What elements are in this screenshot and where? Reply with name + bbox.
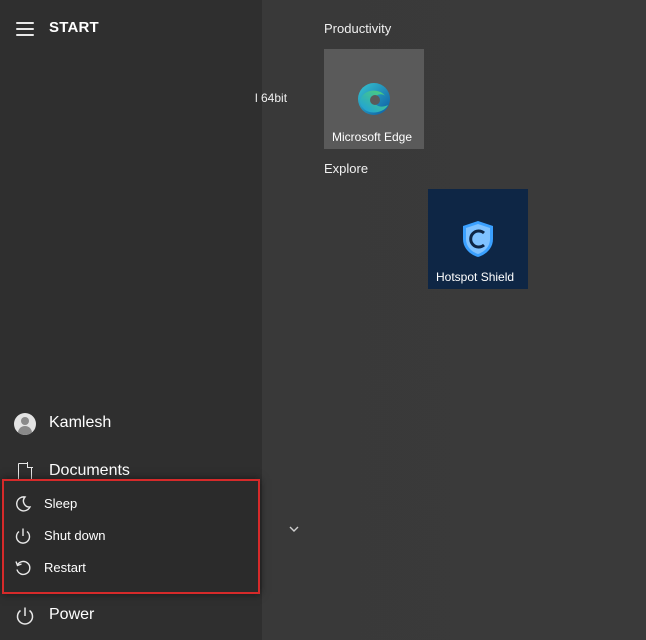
restart-label: Restart xyxy=(44,560,86,575)
power-button[interactable]: Power xyxy=(0,596,262,636)
user-account-item[interactable]: Kamlesh xyxy=(0,404,262,444)
tile-microsoft-edge[interactable]: Microsoft Edge xyxy=(324,49,424,149)
edge-icon xyxy=(356,81,392,117)
tile-label: Hotspot Shield xyxy=(436,270,515,284)
moon-icon xyxy=(14,495,32,513)
sleep-menu-item[interactable]: Sleep xyxy=(4,488,258,520)
documents-label: Documents xyxy=(49,462,130,479)
shield-icon xyxy=(460,219,496,259)
power-options-menu: Sleep Shut down Restart xyxy=(2,479,260,594)
app-list-text: l 64bit xyxy=(255,91,288,105)
restart-menu-item[interactable]: Restart xyxy=(4,552,258,584)
group-label-explore: Explore xyxy=(324,161,369,176)
start-title: START xyxy=(49,19,99,36)
tile-hotspot-shield[interactable]: Hotspot Shield xyxy=(428,189,528,289)
tile-label: Microsoft Edge xyxy=(332,130,413,144)
restart-icon xyxy=(14,559,32,577)
start-menu: START l 64bit Kamlesh Documents Sleep Sh… xyxy=(0,0,646,640)
hamburger-menu-icon[interactable] xyxy=(16,22,34,36)
group-label-productivity: Productivity xyxy=(324,21,392,36)
shutdown-label: Shut down xyxy=(44,528,106,543)
avatar xyxy=(14,413,36,435)
power-icon xyxy=(14,605,36,627)
power-label: Power xyxy=(49,606,95,623)
chevron-down-icon[interactable] xyxy=(288,522,300,534)
shutdown-menu-item[interactable]: Shut down xyxy=(4,520,258,552)
power-icon xyxy=(14,527,32,545)
user-name: Kamlesh xyxy=(49,414,112,431)
sleep-label: Sleep xyxy=(44,496,78,511)
